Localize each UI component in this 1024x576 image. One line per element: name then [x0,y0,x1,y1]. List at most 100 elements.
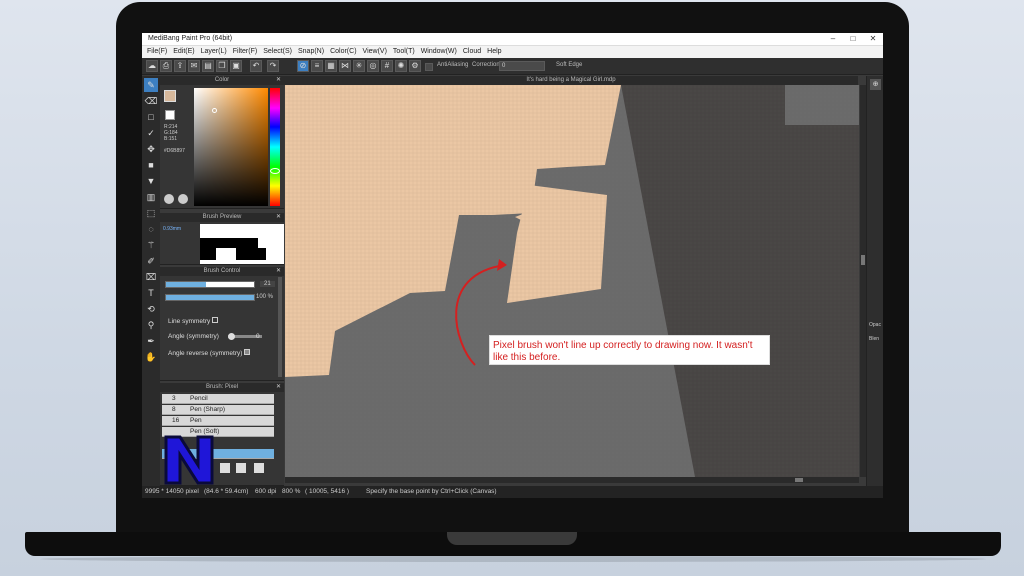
hex-value: #D6B897 [164,148,185,154]
snap-circle-icon[interactable]: ◎ [367,60,379,72]
close-icon[interactable]: ✕ [276,383,281,392]
palette-icon[interactable] [164,194,174,204]
brush-item[interactable]: 16 Pen [162,416,274,426]
menu-file[interactable]: File(F) [145,46,171,58]
snap-vanish-icon[interactable]: ⋈ [339,60,351,72]
move-tool-icon[interactable]: ✥ [144,142,158,156]
comment-icon[interactable]: ✉ [188,60,200,72]
menu-layer[interactable]: Layer(L) [199,46,231,58]
trash-icon[interactable] [254,463,264,473]
antialiasing-checkbox[interactable] [425,63,433,71]
undo-icon[interactable]: ↶ [250,60,262,72]
text-tool-icon[interactable]: T [144,286,158,300]
snap-radial-icon[interactable]: ✳ [353,60,365,72]
angle-reverse-checkbox[interactable] [244,349,251,355]
correction-select[interactable]: 0 [499,61,545,71]
snap-off-icon[interactable]: ⊘ [297,60,309,72]
save-icon[interactable]: ⎙ [160,60,172,72]
cloud-icon[interactable]: ☁ [146,60,158,72]
select-eraser-icon[interactable]: ⌧ [144,270,158,284]
brush-list-title: Brush: Pixel [205,384,238,390]
menu-snap[interactable]: Snap(N) [296,46,328,58]
right-panel: ⊕ Opac Blen [866,76,883,486]
hue-cursor[interactable] [270,168,280,174]
layer-icon[interactable]: ▤ [202,60,214,72]
vertical-scroll-thumb[interactable] [861,255,865,265]
line-symmetry-checkbox[interactable] [212,317,219,323]
brush-item[interactable]: 8 Pen (Sharp) [162,405,274,415]
angle-symmetry-text: Angle (symmetry) [168,333,219,340]
opacity-value: 100 % [256,294,274,300]
copy-brush-icon[interactable] [236,463,246,473]
horizontal-scroll-thumb[interactable] [795,478,803,482]
bucket-tool-icon[interactable]: ▼ [144,174,158,188]
menu-help[interactable]: Help [485,46,505,58]
hand-tool-icon[interactable]: ✋ [144,350,158,364]
paste-icon[interactable]: ▣ [230,60,242,72]
brush-preview-title: Brush Preview [202,214,242,220]
maximize-button[interactable]: □ [843,33,863,46]
close-button[interactable]: ✕ [863,33,883,46]
gear-icon[interactable]: ⚙ [409,60,421,72]
pen-tool-icon[interactable]: ✒ [144,334,158,348]
brush-item[interactable]: 3 Pencil [162,394,274,404]
select-tool-icon[interactable]: ⬚ [144,206,158,220]
magic-wand-icon[interactable]: ⚚ [144,238,158,252]
rectangle-tool-icon[interactable]: □ [144,110,158,124]
close-icon[interactable]: ✕ [276,267,281,276]
share-icon[interactable]: ⇪ [174,60,186,72]
transparent-swatch[interactable] [165,110,175,120]
brush-size-fill [166,282,206,287]
menu-color[interactable]: Color(C) [328,46,360,58]
close-icon[interactable]: ✕ [276,213,281,222]
folder-icon[interactable] [220,463,230,473]
fill-tool-icon[interactable]: ■ [144,158,158,172]
select-pen-icon[interactable]: ✐ [144,254,158,268]
brush-tool-icon[interactable]: ✎ [144,78,158,92]
copy-icon[interactable]: ❐ [216,60,228,72]
menu-window[interactable]: Window(W) [419,46,461,58]
foreground-color-swatch[interactable] [164,90,176,102]
canvas-dpi: 600 dpi [255,488,277,495]
menu-filter[interactable]: Filter(F) [231,46,262,58]
snap-cross-icon[interactable]: ▦ [325,60,337,72]
snap-settings-icon[interactable]: ✺ [395,60,407,72]
menu-edit[interactable]: Edit(E) [171,46,198,58]
eraser-tool-icon[interactable]: ⌫ [144,94,158,108]
divide-tool-icon[interactable]: ⟲ [144,302,158,316]
picker-cursor[interactable] [212,108,217,113]
brush-size-value[interactable]: 21 [260,281,275,287]
opacity-label: Opac [869,322,881,328]
panel-scrollbar[interactable] [278,277,282,377]
color-panel: Color ✕ R:214 G:184 B:151 #D6B897 [160,76,284,209]
brush-preview-panel: Brush Preview ✕ 0.93mm [160,213,284,265]
angle-slider-handle[interactable] [228,333,235,340]
eyedropper-tool-icon[interactable]: ⚲ [144,318,158,332]
brush-control-panel: Brush Control ✕ 21 100 % Line symmetry An… [160,267,284,381]
color-wheel-icon[interactable] [178,194,188,204]
horizontal-scrollbar[interactable] [285,477,859,483]
line-symmetry-text: Line symmetry [168,318,211,325]
gradient-tool-icon[interactable]: ▥ [144,190,158,204]
opacity-slider[interactable] [165,294,255,301]
redo-icon[interactable]: ↷ [267,60,279,72]
menu-cloud[interactable]: Cloud [461,46,485,58]
antialiasing-label: AntiAliasing [437,62,469,68]
snap-curve-icon[interactable]: # [381,60,393,72]
close-icon[interactable]: ✕ [276,76,281,85]
canvas-tab[interactable]: It's hard being a Magical Girl.mdp [284,76,858,85]
menu-select[interactable]: Select(S) [261,46,296,58]
lasso-tool-icon[interactable]: ◌ [144,222,158,236]
snap-parallel-icon[interactable]: ≡ [311,60,323,72]
hue-slider[interactable] [270,88,280,206]
dot-tool-icon[interactable]: ✓ [144,126,158,140]
status-hint: Specify the base point by Ctrl+Click (Ca… [366,488,497,495]
saturation-value-picker[interactable] [194,88,268,206]
menu-view[interactable]: View(V) [361,46,391,58]
minimize-button[interactable]: – [823,33,843,46]
menu-tool[interactable]: Tool(T) [391,46,419,58]
zoom-icon[interactable]: ⊕ [870,79,881,90]
drawing-canvas[interactable] [285,85,859,477]
brush-size-label: 0.93mm [163,226,182,232]
brush-size-slider[interactable] [165,281,255,288]
